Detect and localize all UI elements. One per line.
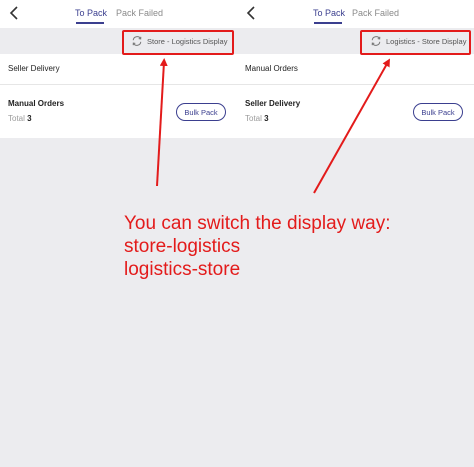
row-total: Total 3: [8, 114, 32, 123]
list-item[interactable]: Manual Orders Total 3 Bulk Pack: [0, 85, 237, 142]
note-line: logistics-store: [124, 259, 241, 280]
list-item[interactable]: Seller Delivery: [0, 54, 237, 85]
note-line: You can switch the display way:: [124, 213, 391, 234]
empty-area: [0, 138, 237, 467]
tab-pack-failed[interactable]: Pack Failed: [352, 8, 399, 18]
tab-to-pack[interactable]: To Pack: [75, 8, 107, 18]
top-bar: To Pack Pack Failed: [0, 0, 237, 28]
top-bar: To Pack Pack Failed: [237, 0, 474, 28]
row-title: Manual Orders: [245, 64, 298, 73]
list-item[interactable]: Seller Delivery Total 3 Bulk Pack: [237, 85, 474, 142]
total-count: 3: [27, 114, 32, 123]
row-title: Seller Delivery: [245, 99, 301, 108]
note-line: store-logistics: [124, 236, 241, 257]
list-item[interactable]: Manual Orders: [237, 54, 474, 85]
tab-to-pack[interactable]: To Pack: [313, 8, 345, 18]
back-chevron-icon[interactable]: [6, 4, 22, 22]
highlight-box-right: [360, 30, 471, 55]
annotation-note: You can switch the display way: store-lo…: [124, 212, 391, 281]
back-chevron-icon[interactable]: [243, 4, 259, 22]
row-title: Manual Orders: [8, 99, 65, 108]
bulk-pack-button[interactable]: Bulk Pack: [176, 103, 226, 121]
empty-area: [237, 138, 474, 467]
row-total: Total 3: [245, 114, 269, 123]
active-tab-indicator: [76, 22, 104, 24]
tab-pack-failed[interactable]: Pack Failed: [116, 8, 163, 18]
active-tab-indicator: [314, 22, 342, 24]
row-title: Seller Delivery: [8, 64, 60, 73]
bulk-pack-button[interactable]: Bulk Pack: [413, 103, 463, 121]
highlight-box-left: [122, 30, 234, 55]
total-count: 3: [264, 114, 269, 123]
